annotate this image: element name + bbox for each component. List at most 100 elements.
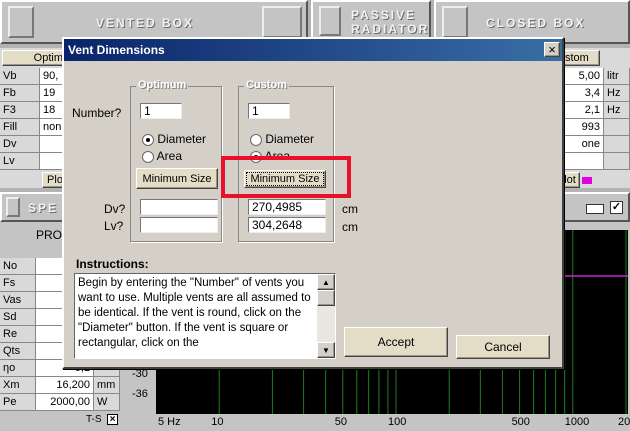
- x-tick-label: 2000: [618, 416, 630, 428]
- box-row-label: F3: [0, 102, 40, 119]
- speaker-row-label: Fs: [0, 275, 36, 292]
- dv-unit-label: cm: [342, 202, 358, 216]
- speaker-row-value: 2000,00: [36, 394, 94, 411]
- vented-box-label: VENTED BOX: [96, 16, 195, 30]
- speaker-row: Xm 16,200 mm: [0, 377, 120, 394]
- speaker-row-label: Re: [0, 326, 36, 343]
- speaker-row-label: Vas: [0, 292, 36, 309]
- scroll-up-icon: ▲: [322, 277, 330, 287]
- optimum-area-label: Area: [156, 149, 183, 163]
- cancel-button[interactable]: Cancel: [456, 335, 550, 359]
- lv-unit-label: cm: [342, 220, 358, 234]
- graph-checkbox[interactable]: ✓: [610, 201, 623, 214]
- box-row-unit: [604, 136, 630, 153]
- y-tick-minus36: -36: [132, 388, 148, 400]
- optimum-diameter-radio[interactable]: Diameter: [142, 132, 206, 146]
- box-row-left: F3 18: [0, 102, 70, 119]
- speaker-row-unit: W: [94, 394, 120, 411]
- box-row-right: 2,1 Hz: [560, 102, 630, 119]
- box-row-unit: [604, 119, 630, 136]
- instructions-text: Begin by entering the "Number" of vents …: [78, 277, 311, 349]
- number-label: Number?: [72, 106, 122, 120]
- dv-label: Dv?: [104, 202, 126, 216]
- box-row-left: Dv: [0, 136, 70, 153]
- scroll-thumb[interactable]: [317, 290, 335, 306]
- optimum-minimum-size-button[interactable]: Minimum Size: [136, 168, 218, 189]
- ts-label: T-S: [86, 414, 102, 425]
- custom-diameter-radio[interactable]: Diameter: [250, 132, 314, 146]
- custom-number-input[interactable]: 1: [248, 103, 290, 119]
- lv-label: Lv?: [104, 219, 124, 233]
- speaker-logo-icon: [8, 6, 34, 38]
- speaker-row: Pe 2000,00 W: [0, 394, 120, 411]
- box-row-unit: Hz: [604, 102, 630, 119]
- x-tick-label: 5 Hz: [158, 416, 181, 428]
- box-row-custom-value: one: [560, 136, 604, 153]
- box-row-custom-value: [560, 153, 604, 170]
- scroll-down-icon: ▼: [322, 345, 330, 355]
- optimum-dv-input[interactable]: [140, 199, 218, 215]
- box-row-right: [560, 153, 630, 170]
- custom-lv-input[interactable]: 304,2648: [248, 217, 326, 233]
- instructions-label: Instructions:: [76, 257, 149, 271]
- speaker-row-unit: mm: [94, 377, 120, 394]
- box-row-custom-value: 3,4: [560, 85, 604, 102]
- speaker-row-label: Qts: [0, 343, 36, 360]
- radio-unchecked-icon: [250, 133, 262, 146]
- accept-button[interactable]: Accept: [344, 327, 448, 357]
- custom-header-button[interactable]: stom: [560, 50, 600, 66]
- optimum-group-label: Optimum: [136, 79, 189, 91]
- box-row-label: Fb: [0, 85, 40, 102]
- speaker-row-value: 16,200: [36, 377, 94, 394]
- box-row-left: Fb 19: [0, 85, 70, 102]
- box-row-custom-value: 993: [560, 119, 604, 136]
- instructions-box: Begin by entering the "Number" of vents …: [74, 273, 336, 359]
- passive-radiator-label: PASSIVE RADIATOR: [351, 8, 430, 36]
- speaker-row-label: Sd: [0, 309, 36, 326]
- speaker-title: SPE: [28, 201, 59, 215]
- optimum-number-input[interactable]: 1: [140, 103, 182, 119]
- x-tick-label: 100: [388, 416, 407, 428]
- optimum-diameter-label: Diameter: [157, 132, 207, 146]
- optimum-area-radio[interactable]: Area: [142, 149, 182, 163]
- optimum-lv-input[interactable]: [140, 217, 218, 233]
- box-row-left: Fill non: [0, 119, 70, 136]
- box-table-left: Optim Vb 90, Fb 19 F3 18 Fill non Dv Lv Plo: [0, 48, 70, 188]
- plot-color-swatch: [582, 177, 592, 184]
- speaker-row-label: Xm: [0, 377, 36, 394]
- box-row-custom-value: 2,1: [560, 102, 604, 119]
- optimum-header-button[interactable]: Optim: [2, 50, 68, 66]
- box-row-custom-value: 5,00: [560, 68, 604, 85]
- dialog-close-button[interactable]: ×: [544, 42, 560, 57]
- scroll-up-button[interactable]: ▲: [317, 274, 335, 290]
- closed-logo-icon: [442, 6, 468, 38]
- closed-box-label: CLOSED BOX: [486, 16, 586, 30]
- x-tick-label: 1000: [564, 416, 590, 428]
- custom-diameter-label: Diameter: [265, 132, 315, 146]
- box-row-right: 5,00 litr: [560, 68, 630, 85]
- close-icon: ×: [548, 42, 556, 57]
- y-tick-minus30: -30: [132, 368, 148, 380]
- box-row-label: Dv: [0, 136, 40, 153]
- x-tick-label: 500: [511, 416, 530, 428]
- dialog-title: Vent Dimensions: [68, 43, 165, 57]
- highlight-box: [221, 156, 351, 198]
- ts-close-icon[interactable]: ×: [107, 414, 118, 425]
- box-row-right: 993: [560, 119, 630, 136]
- box-table-right: stom 5,00 litr 3,4 Hz 2,1 Hz 993 one lot: [560, 48, 630, 188]
- radiator-logo-icon: [319, 6, 341, 36]
- dialog-title-bar[interactable]: Vent Dimensions ×: [64, 39, 562, 61]
- radio-checked-icon: [142, 133, 154, 146]
- x-tick-label: 50: [334, 416, 348, 428]
- instructions-scrollbar[interactable]: ▲ ▼: [317, 274, 335, 358]
- vent-graphic-icon: [262, 6, 302, 38]
- box-row-right: 3,4 Hz: [560, 85, 630, 102]
- speaker-subtitle: PRO: [36, 228, 63, 242]
- scroll-down-button[interactable]: ▼: [317, 342, 335, 358]
- speaker-row-label: No: [0, 258, 36, 275]
- box-row-unit: [604, 153, 630, 170]
- x-tick-label: 10: [211, 416, 224, 428]
- radio-unchecked-icon: [142, 150, 154, 163]
- printer-icon[interactable]: [586, 204, 604, 214]
- custom-dv-input[interactable]: 270,4985: [248, 199, 326, 215]
